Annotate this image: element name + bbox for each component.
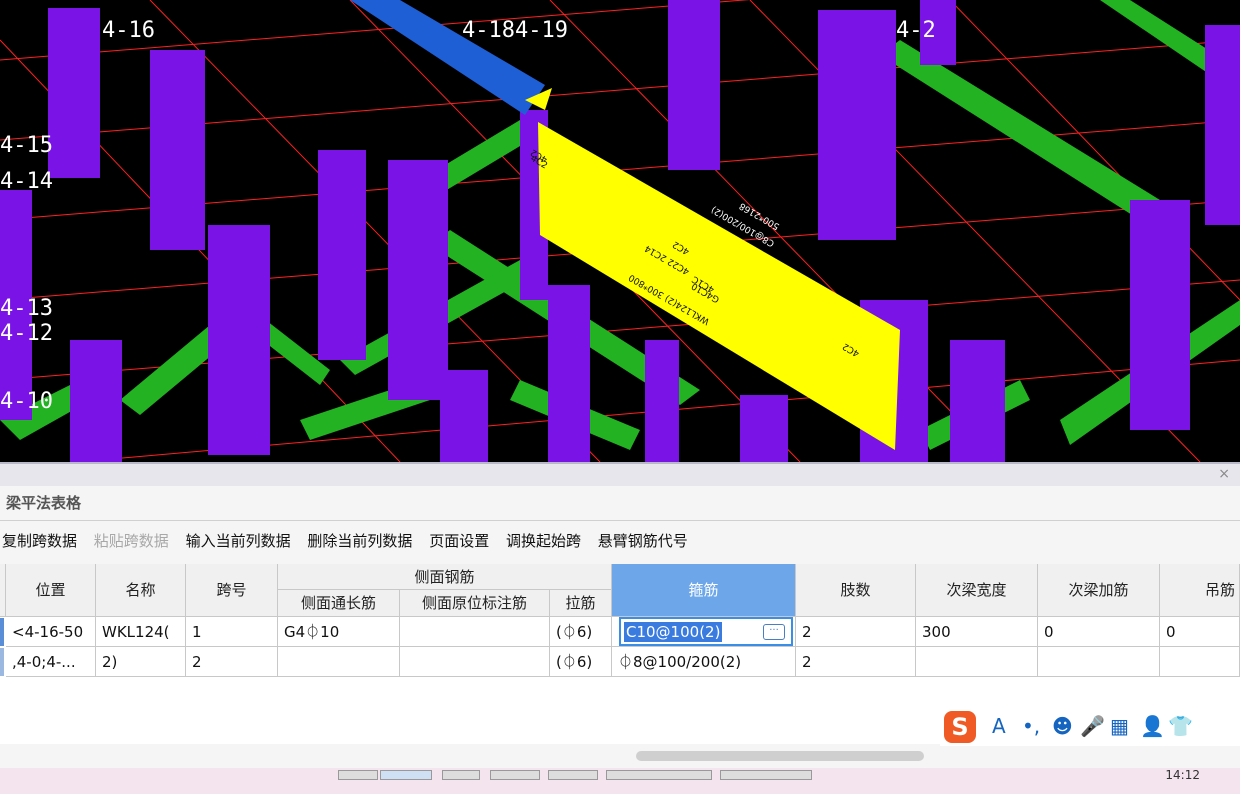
taskbar-clock[interactable]: 14:12 [1165,768,1200,782]
col-header-position[interactable]: 位置 [6,564,96,617]
col-header-hanger[interactable]: 吊筋 [1160,564,1240,617]
axis-label: 4-12 [0,321,53,346]
col-header-legs[interactable]: 肢数 [796,564,916,617]
axis-label: 4-14 [0,169,53,194]
ime-keyboard-icon[interactable]: ▦ [1110,714,1129,738]
taskbar-button[interactable] [442,770,480,780]
axis-label: 4-15 [0,133,53,158]
cell-side-orig[interactable] [400,617,550,647]
toolbar: 复制跨数据 粘贴跨数据 输入当前列数据 删除当前列数据 页面设置 调换起始跨 悬… [2,530,700,551]
cell-position[interactable]: <4-16-50 [6,617,96,647]
cell-span[interactable]: 2 [186,647,278,677]
cell-name[interactable]: 2) [96,647,186,677]
col-header-stirrup[interactable]: 箍筋 [612,564,796,617]
more-icon[interactable]: ··· [763,624,785,640]
ime-toolbar: S A •, ☻ 🎤 ▦ 👤 👕 [940,708,1240,746]
ime-language-icon[interactable]: A [992,714,1006,738]
cell-span[interactable]: 1 [186,617,278,647]
cell-secondary-width[interactable]: 300 [916,617,1038,647]
row-marker [0,618,4,646]
col-header-span[interactable]: 跨号 [186,564,278,617]
ime-voice-icon[interactable]: 🎤 [1080,714,1105,738]
ime-emoji-icon[interactable]: ☻ [1052,714,1073,738]
stirrup-editor[interactable]: C10@100(2) ··· [619,617,793,646]
model-drawing: 4-16 4-184-19 4-15 4-14 4-13 4-12 4-10 4… [0,0,1240,462]
beam-table-panel: × 梁平法表格 复制跨数据 粘贴跨数据 输入当前列数据 删除当前列数据 页面设置… [0,462,1240,770]
taskbar-button[interactable] [548,770,598,780]
page-setup-button[interactable]: 页面设置 [429,532,489,550]
ime-skin-icon[interactable]: 👕 [1168,714,1193,738]
axis-label: 4-184-19 [462,18,568,43]
cell-position[interactable]: ,4-0;4-... [6,647,96,677]
swap-start-span-button[interactable]: 调换起始跨 [506,532,581,550]
col-header-secondary-add[interactable]: 次梁加筋 [1038,564,1160,617]
ime-punctuation-icon[interactable]: •, [1022,714,1040,738]
taskbar-button[interactable] [380,770,432,780]
axis-label: 4-16 [102,18,155,43]
cell-tie[interactable]: (⏀6) [550,647,612,677]
cell-secondary-width[interactable] [916,647,1038,677]
panel-title: 梁平法表格 [6,494,82,512]
axis-label: 4-13 [0,296,53,321]
cell-secondary-add[interactable] [1038,647,1160,677]
horizontal-scrollbar[interactable] [636,751,924,761]
stirrup-editor-value[interactable]: C10@100(2) [624,622,723,642]
taskbar-button[interactable] [338,770,378,780]
col-header-secondary-width[interactable]: 次梁宽度 [916,564,1038,617]
taskbar-button[interactable] [490,770,540,780]
col-header-side-long[interactable]: 侧面通长筋 [278,590,400,617]
close-icon[interactable]: × [1218,466,1230,482]
copy-span-button[interactable]: 复制跨数据 [2,532,77,550]
cell-legs[interactable]: 2 [796,647,916,677]
cell-legs[interactable]: 2 [796,617,916,647]
row-marker [0,648,4,676]
cantilever-code-button[interactable]: 悬臂钢筋代号 [598,532,688,550]
taskbar: 14:12 [0,768,1240,794]
paste-span-button[interactable]: 粘贴跨数据 [94,532,169,550]
divider [0,520,1240,521]
cell-side-long[interactable] [278,647,400,677]
3d-model-viewport[interactable]: 4-16 4-184-19 4-15 4-14 4-13 4-12 4-10 4… [0,0,1240,462]
axis-label: 4-10 [0,389,53,414]
sogou-logo-icon[interactable]: S [944,711,976,743]
ime-user-icon[interactable]: 👤 [1140,714,1165,738]
delete-column-button[interactable]: 删除当前列数据 [307,532,412,550]
cell-name[interactable]: WKL124( [96,617,186,647]
input-column-button[interactable]: 输入当前列数据 [186,532,291,550]
cell-hanger[interactable]: 0 [1160,617,1240,647]
col-header-side-orig[interactable]: 侧面原位标注筋 [400,590,550,617]
taskbar-button[interactable] [720,770,812,780]
axis-label: 4-2 [896,18,936,43]
cell-hanger[interactable] [1160,647,1240,677]
cell-secondary-add[interactable]: 0 [1038,617,1160,647]
col-header-tie[interactable]: 拉筋 [550,590,612,617]
col-header-name[interactable]: 名称 [96,564,186,617]
cell-side-long[interactable]: G4⏀10 [278,617,400,647]
cell-side-orig[interactable] [400,647,550,677]
cell-stirrup[interactable]: ⏀8@100/200(2) [612,647,796,677]
col-header-side-rebar-group: 侧面钢筋 [278,564,612,590]
panel-dock-bar[interactable]: × [0,464,1240,486]
cell-tie[interactable]: (⏀6) [550,617,612,647]
taskbar-button[interactable] [606,770,712,780]
